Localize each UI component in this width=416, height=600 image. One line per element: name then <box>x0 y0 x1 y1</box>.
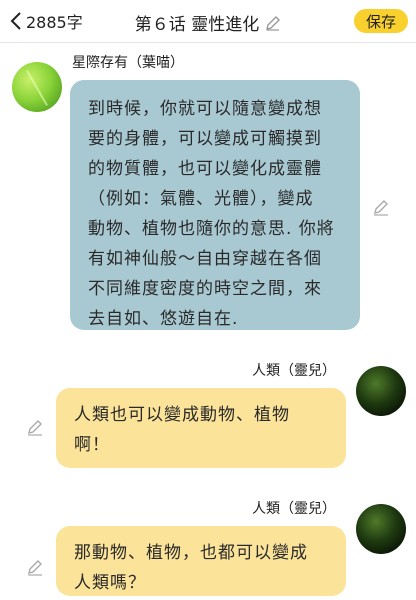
message-line: 到時候，你就可以隨意變成想 <box>88 99 322 119</box>
message-line: （例如：氣體、光體），變成 <box>88 189 314 209</box>
message-bubble[interactable]: 那動物、植物，也都可以變成 人類嗎？ <box>56 526 346 596</box>
message-line: 要的身體，可以變成可觸摸到 <box>88 129 322 149</box>
pencil-icon[interactable] <box>265 15 281 31</box>
message-bubble[interactable]: 到時候，你就可以隨意變成想 要的身體，可以變成可觸摸到 的物質體，也可以變化成靈… <box>70 80 360 330</box>
sender-name: 人類（靈兒） <box>252 501 336 517</box>
message-line: 啊！ <box>74 435 110 455</box>
avatar[interactable] <box>356 366 406 416</box>
edit-pencil-icon[interactable] <box>372 198 390 216</box>
message-bubble[interactable]: 人類也可以變成動物、植物 啊！ <box>56 388 346 468</box>
sender-name: 星際存有（葉喵） <box>72 55 184 71</box>
message-line: 有如神仙般～自由穿越在各個 <box>88 249 322 269</box>
message-line: 人類嗎？ <box>74 573 146 593</box>
message-line: 不同維度密度的時空之間，來 <box>88 279 322 299</box>
message-line: 那動物、植物，也都可以變成 <box>74 543 308 563</box>
message-line: 人類也可以變成動物、植物 <box>74 405 290 425</box>
message-line: 的物質體，也可以變化成靈體 <box>88 159 322 179</box>
save-button[interactable]: 保存 <box>354 9 408 33</box>
message-line: 去自如、悠遊自在. <box>88 309 239 329</box>
header-divider <box>0 42 416 43</box>
top-bar: 2885字 第６话 靈性進化 保存 <box>0 0 416 42</box>
message-line: 動物、植物也隨你的意思. 你將 <box>88 219 335 239</box>
chapter-title: 第６话 靈性進化 <box>134 15 260 35</box>
avatar[interactable] <box>356 504 406 554</box>
avatar[interactable] <box>12 62 62 112</box>
edit-pencil-icon[interactable] <box>26 558 44 576</box>
sender-name: 人類（靈兒） <box>252 363 336 379</box>
edit-pencil-icon[interactable] <box>26 418 44 436</box>
